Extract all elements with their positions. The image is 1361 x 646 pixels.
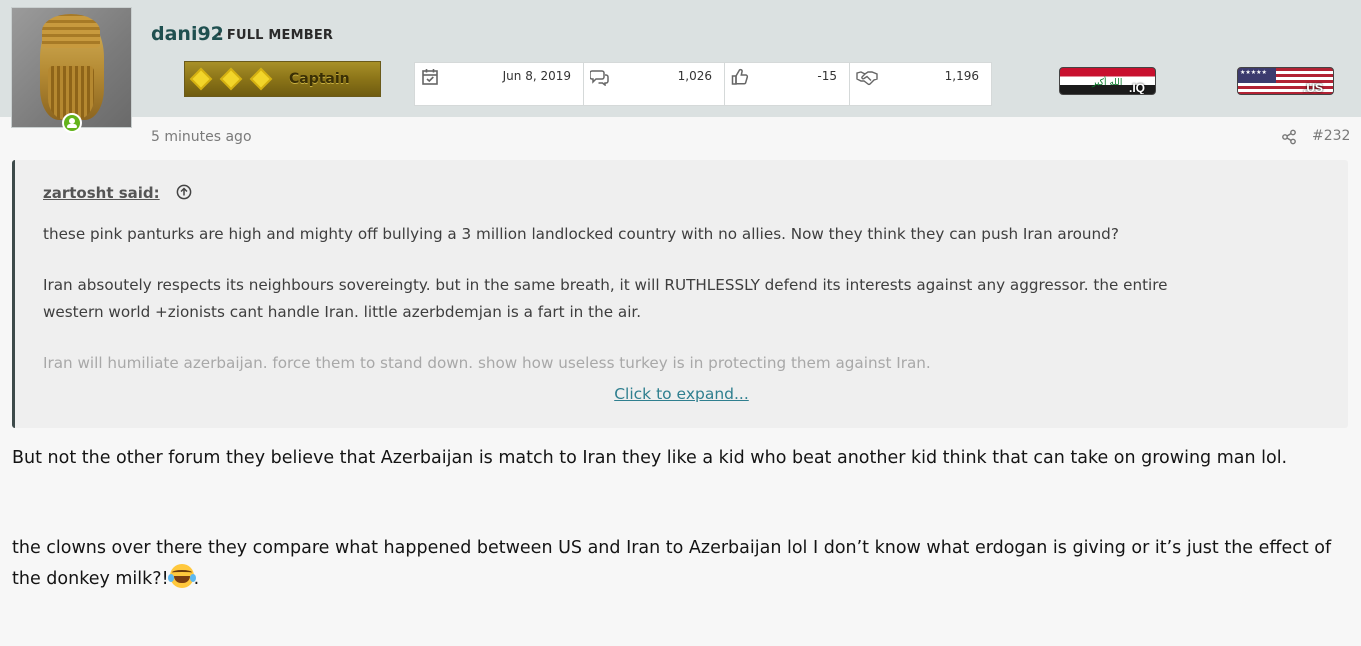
rank-pip-icon: [219, 67, 243, 91]
arrow-up-circle-icon[interactable]: [176, 184, 192, 200]
post-paragraph-text: the clowns over there they compare what …: [12, 538, 1332, 589]
user-title: · FULL MEMBER: [217, 28, 334, 43]
quote-line: these pink panturks are high and mighty …: [43, 225, 1119, 243]
share-icon[interactable]: [1281, 129, 1297, 145]
flag-canton: [1238, 68, 1276, 83]
post-timestamp[interactable]: 5 minutes ago: [151, 129, 252, 145]
calendar-check-icon: [422, 69, 438, 85]
stat-value: 1,026: [677, 69, 712, 83]
flag-code: .IQ: [1128, 81, 1145, 95]
tears-of-joy-emoji-icon: [167, 564, 196, 588]
flag-code: .US: [1302, 81, 1323, 95]
quote-block: zartosht said: these pink panturks are h…: [12, 160, 1348, 428]
thumbs-up-icon: [731, 68, 749, 85]
post-paragraph: But not the other forum they believe tha…: [12, 448, 1288, 468]
stat-value: Jun 8, 2019: [502, 69, 571, 83]
quote-line: Iran absoutely respects its neighbours s…: [43, 276, 1168, 294]
quote-line: Iran will humiliate azerbaijan. force th…: [43, 354, 931, 372]
username-link[interactable]: dani92: [151, 23, 224, 45]
post-number-link[interactable]: #232: [1312, 128, 1350, 144]
stat-trophy: 1,196: [850, 63, 991, 105]
flag-script: الله أكبر: [1092, 78, 1123, 88]
stat-value: 1,196: [944, 69, 979, 83]
country-flag-us: .US: [1237, 67, 1334, 95]
user-stats: Jun 8, 2019 1,026 -15 1,196: [414, 62, 992, 106]
stat-reactions: -15: [725, 63, 850, 105]
rank-label: Captain: [289, 71, 350, 87]
expand-quote-link[interactable]: Click to expand...: [15, 385, 1348, 403]
quote-line: western world +zionists cant handle Iran…: [43, 303, 642, 321]
rank-pip-icon: [249, 67, 273, 91]
post-paragraph: the clowns over there they compare what …: [12, 533, 1342, 595]
stat-value: -15: [817, 69, 837, 83]
messages-icon: [590, 70, 609, 86]
handshake-icon: [856, 71, 878, 86]
country-flag-iraq: الله أكبر .IQ: [1059, 67, 1156, 95]
stat-messages: 1,026: [584, 63, 725, 105]
online-status-icon: [62, 113, 82, 133]
user-avatar[interactable]: [11, 7, 132, 128]
quote-author-link[interactable]: zartosht said:: [43, 184, 160, 202]
rank-badge: Captain: [184, 61, 381, 97]
stat-joined: Jun 8, 2019: [415, 63, 584, 105]
rank-pip-icon: [189, 67, 213, 91]
